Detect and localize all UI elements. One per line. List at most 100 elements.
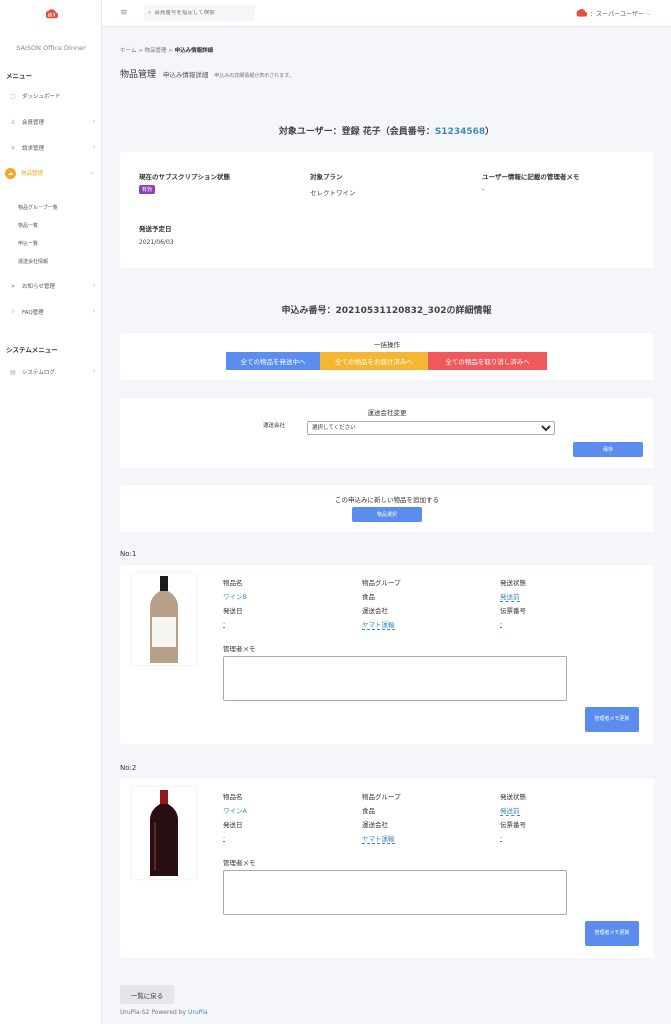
sub-item-groups[interactable]: 物品グループ一覧 bbox=[18, 204, 58, 211]
hamburger-icon[interactable]: ≡ bbox=[120, 8, 128, 18]
back-to-list-button[interactable]: 一覧に戻る bbox=[120, 985, 174, 1004]
dashboard-icon: ▢ bbox=[10, 92, 16, 100]
bulk-ops-card: 一括操作 全ての物品を発送中へ 全ての物品をお届け済みへ 全ての物品を取り消し済… bbox=[120, 333, 654, 380]
item-carrier-label: 運送会社 bbox=[362, 607, 388, 615]
yen-icon: ¥ bbox=[11, 144, 15, 152]
question-icon: ? bbox=[11, 308, 15, 316]
chevron-down-icon: ⌄ bbox=[645, 9, 651, 17]
bulk-cancel-button[interactable]: 全ての物品を取り消し済みへ bbox=[428, 352, 547, 370]
sidebar-item-label: 請求管理 bbox=[22, 146, 45, 152]
item-memo-textarea[interactable] bbox=[223, 656, 567, 701]
item-carrier-link[interactable]: ヤマト運輸 bbox=[362, 833, 395, 844]
page-title: 物品管理 申込み情報詳細 申込みの詳細情報が表示されます。 bbox=[120, 70, 294, 80]
footer: UruPla-S2 Powered by UruPla bbox=[120, 1009, 208, 1016]
red-wine-bottle-icon bbox=[150, 790, 178, 876]
sub-item-list[interactable]: 物品一覧 bbox=[18, 222, 38, 229]
item-ship-date-link[interactable]: - bbox=[223, 619, 226, 628]
sub-item-carriers[interactable]: 運送会社情報 bbox=[18, 258, 48, 265]
sub-status-label: 現在のサブスクリプション状態 bbox=[139, 173, 230, 181]
carrier-change-title: 運送会社変更 bbox=[367, 409, 407, 417]
add-item-card: この申込みに新しい物品を追加する 物品選択 bbox=[120, 485, 654, 532]
item-card: 物品名 ワインB 物品グループ 食品 発送状態 発送前 発送日 - 運送会社 ヤ… bbox=[120, 565, 654, 744]
search-icon: ⌕ bbox=[148, 9, 152, 16]
item-carrier-link[interactable]: ヤマト運輸 bbox=[362, 619, 395, 630]
item-carrier-label: 運送会社 bbox=[362, 821, 388, 829]
bulk-delivered-button[interactable]: 全ての物品をお届け済みへ bbox=[320, 352, 428, 370]
item-status-link[interactable]: 発送前 bbox=[500, 591, 520, 602]
memo-update-button[interactable]: 管理者メモ更新 bbox=[585, 921, 639, 946]
item-status-label: 発送状態 bbox=[500, 793, 526, 801]
brand-logo-icon[interactable] bbox=[44, 7, 58, 21]
chevron-left-icon: ‹ bbox=[92, 368, 95, 375]
item-name-label: 物品名 bbox=[223, 579, 243, 587]
sidebar-item-system-log[interactable]: ▤ システムログ ‹ bbox=[0, 365, 102, 379]
item-group-label: 物品グループ bbox=[362, 793, 401, 801]
sidebar-item-label: 物品管理 bbox=[21, 171, 44, 177]
ship-date-label: 発送予定日 bbox=[139, 225, 172, 233]
bulk-shipping-button[interactable]: 全ての物品を発送中へ bbox=[226, 352, 320, 370]
breadcrumb-items[interactable]: 物品管理 bbox=[144, 48, 166, 54]
plan-label: 対象プラン bbox=[310, 173, 343, 181]
chevron-left-icon: ‹ bbox=[92, 144, 95, 151]
footer-link[interactable]: UruPla bbox=[188, 1009, 208, 1016]
save-button[interactable]: 保存 bbox=[573, 442, 643, 457]
item-memo-label: 管理者メモ bbox=[223, 645, 256, 653]
item-number: No:2 bbox=[120, 764, 137, 772]
document-icon: ▤ bbox=[10, 368, 16, 376]
memo-update-button[interactable]: 管理者メモ更新 bbox=[585, 707, 639, 732]
item-ship-date-label: 発送日 bbox=[223, 607, 243, 615]
sidebar-item-members[interactable]: ♙ 会員管理 ‹ bbox=[0, 115, 102, 129]
item-status-link[interactable]: 発送前 bbox=[500, 805, 520, 816]
breadcrumb-current: 申込み情報詳細 bbox=[174, 48, 214, 54]
breadcrumb: ホーム > 物品管理 > 申込み情報詳細 bbox=[120, 48, 214, 54]
sub-item-orders[interactable]: 申込一覧 bbox=[18, 240, 38, 247]
item-number: No:1 bbox=[120, 550, 137, 558]
item-name-link[interactable]: ワインA bbox=[223, 805, 247, 815]
user-info-card: 現在のサブスクリプション状態 有効 対象プラン セレクトワイン ユーザー情報に記… bbox=[120, 152, 654, 268]
search-box: ⌕ bbox=[144, 5, 255, 21]
item-group-value: 食品 bbox=[362, 807, 375, 815]
member-number: S1234568 bbox=[434, 127, 486, 137]
item-name-label: 物品名 bbox=[223, 793, 243, 801]
white-wine-bottle-icon bbox=[150, 576, 178, 663]
item-status-label: 発送状態 bbox=[500, 579, 526, 587]
sidebar-item-label: FAQ管理 bbox=[22, 310, 44, 316]
carrier-select[interactable]: 選択してください bbox=[307, 421, 555, 435]
ship-date-value: 2021/06/03 bbox=[139, 239, 174, 246]
item-image bbox=[132, 787, 196, 879]
item-slip-label: 伝票番号 bbox=[500, 821, 526, 829]
select-item-button[interactable]: 物品選択 bbox=[352, 507, 422, 522]
item-name-link[interactable]: ワインB bbox=[223, 591, 247, 601]
admin-memo-value: - bbox=[482, 185, 485, 193]
item-group-value: 食品 bbox=[362, 593, 375, 601]
plan-value: セレクトワイン bbox=[310, 189, 356, 197]
sidebar-item-items[interactable]: ☁ 物品管理 ⌄ bbox=[0, 166, 102, 180]
search-input[interactable] bbox=[154, 10, 251, 16]
page-description: 申込みの詳細情報が表示されます。 bbox=[214, 73, 294, 79]
breadcrumb-home[interactable]: ホーム bbox=[120, 48, 136, 54]
system-menu-title: システムメニュー bbox=[6, 346, 58, 354]
chevron-down-icon: ⌄ bbox=[89, 169, 95, 176]
sidebar-item-label: システムログ bbox=[22, 370, 55, 376]
chevron-left-icon: ‹ bbox=[92, 118, 95, 125]
topbar: ≡ ⌕ ：スーパーユーザー ⌄ bbox=[102, 0, 671, 27]
bulk-title: 一括操作 bbox=[374, 341, 400, 349]
send-icon: ➤ bbox=[10, 282, 16, 290]
item-slip-link[interactable]: - bbox=[500, 619, 503, 628]
sidebar-item-label: ダッシュボード bbox=[22, 94, 61, 100]
person-icon: ♙ bbox=[10, 118, 16, 126]
sidebar-item-label: お知らせ管理 bbox=[22, 284, 55, 290]
status-badge: 有効 bbox=[139, 185, 156, 194]
sidebar-item-billing[interactable]: ¥ 請求管理 ‹ bbox=[0, 141, 102, 155]
sidebar-item-news[interactable]: ➤ お知らせ管理 ‹ bbox=[0, 279, 102, 293]
sidebar: SAISON Office Dinner メニュー ▢ ダッシュボード ♙ 会員… bbox=[0, 0, 102, 1024]
user-menu[interactable]: ：スーパーユーザー ⌄ bbox=[574, 7, 651, 19]
admin-memo-label: ユーザー情報に記載の管理者メモ bbox=[482, 173, 580, 181]
sidebar-item-faq[interactable]: ? FAQ管理 ‹ bbox=[0, 305, 102, 319]
sidebar-item-dashboard[interactable]: ▢ ダッシュボード bbox=[0, 89, 102, 103]
item-ship-date-link[interactable]: - bbox=[223, 833, 226, 842]
item-memo-textarea[interactable] bbox=[223, 870, 567, 915]
carrier-change-card: 運送会社変更 運送会社 選択してください 保存 bbox=[120, 398, 654, 468]
sidebar-item-label: 会員管理 bbox=[22, 120, 45, 126]
item-slip-link[interactable]: - bbox=[500, 833, 503, 842]
